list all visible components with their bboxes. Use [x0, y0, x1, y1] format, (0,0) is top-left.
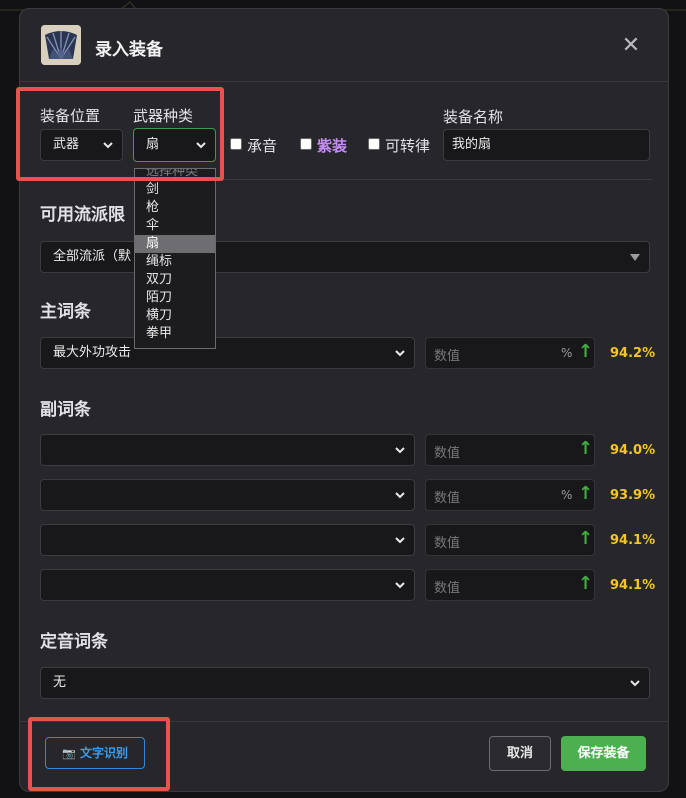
fixed-attr-select[interactable]: 无 [40, 667, 650, 699]
unit-label: % [561, 346, 573, 360]
camera-icon: 📷 [62, 747, 76, 760]
fan-weapon-icon [41, 25, 81, 65]
chevron-down-icon [395, 350, 405, 357]
name-label: 装备名称 [443, 108, 504, 126]
slot-label: 装备位置 [40, 107, 101, 125]
dropdown-option[interactable]: 陌刀 [135, 289, 215, 307]
unit-label: % [561, 488, 573, 502]
chevron-down-icon [630, 680, 640, 687]
dropdown-option[interactable]: 剑 [135, 181, 215, 199]
slot-select[interactable]: 武器 [40, 129, 123, 161]
sub-attr-title: 副词条 [40, 400, 91, 420]
sub-attr-percent-4: 94.1% [610, 578, 656, 593]
equipment-name-input[interactable]: 我的扇 [443, 129, 650, 161]
dialog-header: 录入装备 ✕ [20, 9, 668, 82]
value-placeholder: 数值 [434, 581, 461, 596]
chevron-down-icon [395, 447, 405, 454]
weapon-type-select-value: 扇 [146, 137, 160, 152]
sub-attr-percent-1: 94.0% [610, 443, 656, 458]
sub-attr-percent-3: 94.1% [610, 533, 656, 548]
main-attr-select[interactable]: 最大外功攻击 [40, 337, 415, 369]
close-icon[interactable]: ✕ [620, 35, 642, 57]
value-placeholder: 数值 [434, 536, 461, 551]
weapon-type-label: 武器种类 [133, 107, 194, 125]
dropdown-option[interactable]: 拳甲 [135, 325, 215, 343]
chevron-down-icon [395, 582, 405, 589]
arrow-up-icon: ↑ [578, 573, 594, 594]
chevron-down-icon [395, 492, 405, 499]
arrow-up-icon: ↑ [578, 341, 594, 362]
school-select-value: 全部流派（默 [53, 249, 132, 264]
purple-checkbox[interactable] [300, 138, 312, 150]
fixed-attr-title: 定音词条 [40, 632, 108, 652]
divider [40, 179, 652, 180]
equipment-entry-dialog: 录入装备 ✕ 装备位置 武器种类 装备名称 武器 扇 承音 紫装 可转律 我的扇… [19, 8, 669, 792]
arrow-up-icon: ↑ [578, 528, 594, 549]
sub-attr-select-4[interactable] [40, 569, 415, 601]
dropdown-option[interactable]: 横刀 [135, 307, 215, 325]
dropdown-placeholder: 选择种类 [146, 169, 199, 179]
transferable-checkbox[interactable] [368, 138, 380, 150]
weapon-type-dropdown-list: 选择种类 剑 枪 伞 扇 绳标 双刀 陌刀 横刀 拳甲 [134, 168, 216, 349]
ocr-button-label: 文字识别 [79, 746, 128, 760]
sub-attr-value-input-1[interactable]: 数值 ↑ [425, 434, 595, 466]
dropdown-option[interactable]: 双刀 [135, 271, 215, 289]
save-equipment-button[interactable]: 保存装备 [561, 736, 646, 771]
chengyin-checkbox[interactable] [230, 138, 242, 150]
chevron-down-icon [103, 142, 113, 149]
dropdown-option[interactable]: 枪 [135, 199, 215, 217]
caret-down-icon [630, 254, 640, 261]
cancel-button[interactable]: 取消 [489, 736, 551, 771]
dialog-title: 录入装备 [95, 40, 163, 60]
purple-label: 紫装 [317, 137, 348, 155]
chengyin-label: 承音 [247, 137, 278, 155]
fixed-attr-select-value: 无 [53, 675, 67, 690]
footer-divider [20, 721, 668, 722]
school-title: 可用流派限 [40, 205, 125, 225]
slot-select-value: 武器 [53, 137, 80, 152]
main-attr-percent: 94.2% [610, 346, 656, 361]
arrow-up-icon: ↑ [578, 438, 594, 459]
dropdown-option-selected[interactable]: 扇 [135, 235, 215, 253]
sub-attr-value-input-4[interactable]: 数值 ↑ [425, 569, 595, 601]
value-placeholder: 数值 [434, 349, 461, 364]
transferable-label: 可转律 [385, 137, 431, 155]
ocr-button[interactable]: 📷 文字识别 [45, 737, 145, 769]
school-select[interactable]: 全部流派（默 [40, 241, 650, 273]
dropdown-option[interactable]: 绳标 [135, 253, 215, 271]
main-attr-title: 主词条 [40, 302, 91, 322]
sub-attr-select-2[interactable] [40, 479, 415, 511]
value-placeholder: 数值 [434, 491, 461, 506]
dropdown-option[interactable]: 伞 [135, 217, 215, 235]
main-attr-value-input[interactable]: 数值 % ↑ [425, 337, 595, 369]
value-placeholder: 数值 [434, 446, 461, 461]
chevron-down-icon [196, 142, 206, 149]
sub-attr-percent-2: 93.9% [610, 488, 656, 503]
arrow-up-icon: ↑ [578, 483, 594, 504]
sub-attr-select-1[interactable] [40, 434, 415, 466]
sub-attr-select-3[interactable] [40, 524, 415, 556]
weapon-type-select[interactable]: 扇 [133, 128, 216, 162]
main-attr-select-value: 最大外功攻击 [53, 345, 132, 360]
chevron-down-icon [395, 537, 405, 544]
sub-attr-value-input-2[interactable]: 数值 % ↑ [425, 479, 595, 511]
sub-attr-value-input-3[interactable]: 数值 ↑ [425, 524, 595, 556]
